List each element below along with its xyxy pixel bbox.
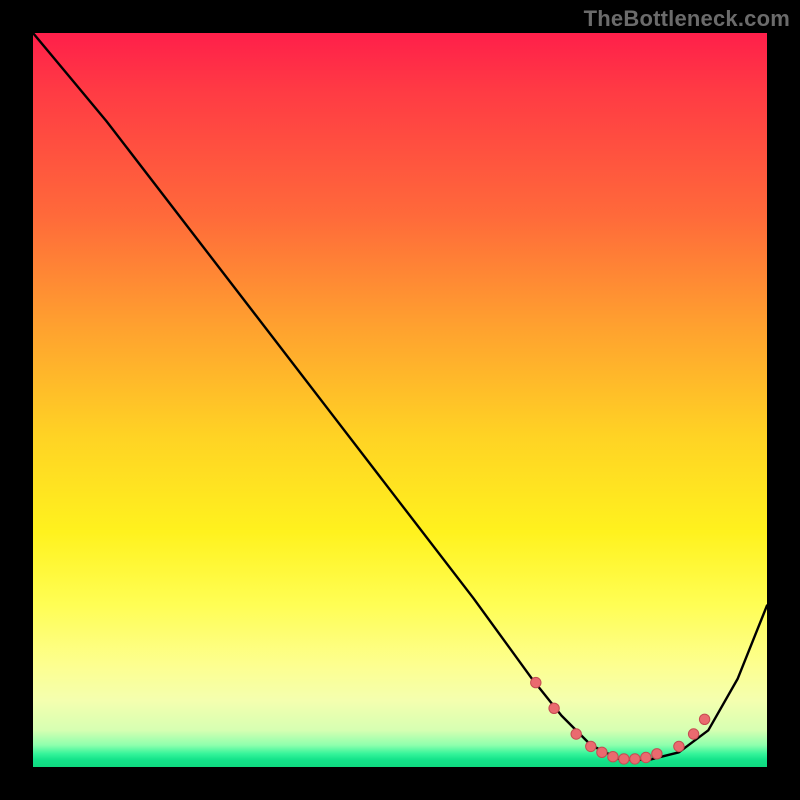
marker-dot xyxy=(608,752,618,762)
marker-dot xyxy=(630,754,640,764)
marker-dot xyxy=(549,703,559,713)
marker-dot xyxy=(674,741,684,751)
bottleneck-curve xyxy=(33,33,767,760)
curve-layer xyxy=(33,33,767,767)
marker-dot xyxy=(586,741,596,751)
attribution-text: TheBottleneck.com xyxy=(584,6,790,32)
marker-dot xyxy=(571,729,581,739)
chart-frame: TheBottleneck.com xyxy=(0,0,800,800)
marker-dot xyxy=(619,754,629,764)
marker-dot xyxy=(531,677,541,687)
marker-dot xyxy=(699,714,709,724)
marker-dot xyxy=(597,747,607,757)
marker-dot xyxy=(652,749,662,759)
plot-area xyxy=(33,33,767,767)
highlight-dots xyxy=(531,677,710,764)
marker-dot xyxy=(688,729,698,739)
marker-dot xyxy=(641,752,651,762)
